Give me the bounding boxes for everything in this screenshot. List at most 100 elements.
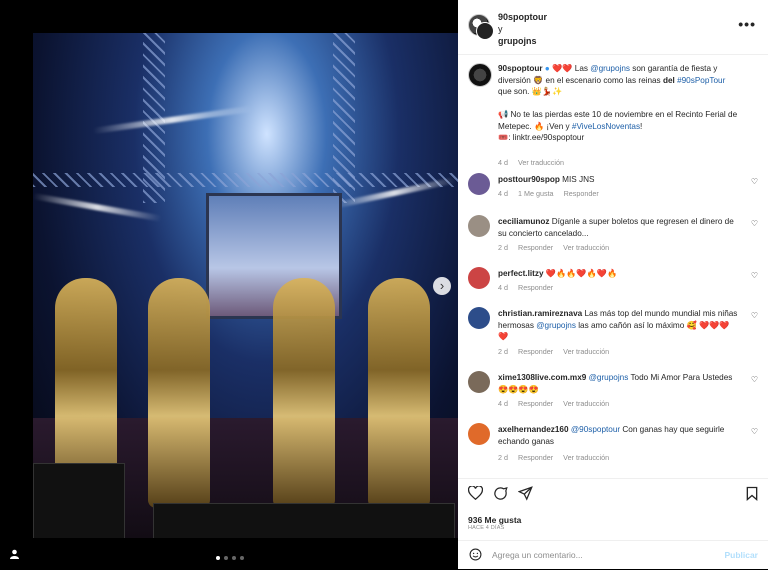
- commenter-avatar[interactable]: [468, 267, 490, 289]
- share-icon[interactable]: [517, 486, 533, 504]
- comment-time: 4 d: [498, 399, 508, 408]
- comment-body: MIS JNS: [562, 175, 595, 184]
- caption-hashtag2[interactable]: #ViveLosNoventas: [572, 122, 640, 131]
- post-media: ›: [0, 0, 458, 569]
- comment-mention[interactable]: @grupojns: [589, 373, 629, 382]
- light-beam: [92, 105, 252, 134]
- comment-time: 4 d: [498, 283, 508, 292]
- author-names: 90spoptour y grupojns: [498, 11, 547, 47]
- translate-link[interactable]: Ver traducción: [563, 453, 609, 462]
- chevron-right-icon[interactable]: ›: [433, 277, 451, 295]
- translate-link[interactable]: Ver traducción: [563, 399, 609, 408]
- translate-link[interactable]: Ver traducción: [518, 158, 564, 167]
- heart-icon[interactable]: ♡: [751, 271, 758, 280]
- translate-link[interactable]: Ver traducción: [563, 347, 609, 356]
- post-actions: 936 Me gusta HACE 4 DÍAS: [458, 478, 768, 539]
- comment-username[interactable]: posttour90spop: [498, 175, 560, 184]
- person-icon[interactable]: [10, 549, 20, 559]
- heart-icon[interactable]: ♡: [751, 375, 758, 384]
- heart-icon[interactable]: [467, 485, 484, 503]
- verified-icon: ●: [544, 64, 550, 73]
- stage-monitor: [153, 503, 455, 538]
- comment-icon[interactable]: [493, 486, 508, 504]
- post-date: HACE 4 DÍAS: [468, 525, 505, 531]
- coauthor-username[interactable]: grupojns: [498, 35, 547, 47]
- post-side-panel: 90spoptour y grupojns ••• 90spoptour ● ❤…: [458, 0, 768, 569]
- commenter-avatar[interactable]: [468, 371, 490, 393]
- comment-mention[interactable]: @90spoptour: [571, 425, 620, 434]
- translate-link[interactable]: Ver traducción: [563, 243, 609, 252]
- reply-button[interactable]: Responder: [518, 453, 553, 462]
- reply-button[interactable]: Responder: [564, 189, 599, 198]
- comment-input[interactable]: Agrega un comentario...: [492, 550, 583, 560]
- caption-username[interactable]: 90spoptour: [498, 64, 543, 73]
- comment-meta: 2 d Responder Ver traducción: [498, 453, 617, 462]
- comment-text: axelhernandez160 @90spoptour Con ganas h…: [498, 424, 738, 447]
- singer-figure: [273, 278, 335, 508]
- comment-meta: 4 d Responder Ver traducción: [498, 399, 617, 408]
- commenter-avatar[interactable]: [468, 307, 490, 329]
- publish-button[interactable]: Publicar: [724, 550, 758, 560]
- caption-time: 4 d: [498, 158, 508, 167]
- comment-meta: 2 d Responder Ver traducción: [498, 347, 617, 356]
- comment-username[interactable]: axelhernandez160: [498, 425, 569, 434]
- caption-link[interactable]: 🎟️: linktr.ee/90spoptour: [498, 133, 584, 142]
- comment-username[interactable]: ceciliamunoz: [498, 217, 549, 226]
- bookmark-icon[interactable]: [746, 486, 758, 504]
- coauthor-avatar[interactable]: [476, 22, 494, 40]
- caption-mention[interactable]: @grupojns: [590, 64, 630, 73]
- reply-button[interactable]: Responder: [518, 283, 553, 292]
- likes-count[interactable]: 936 Me gusta: [468, 515, 521, 525]
- coauthor-separator: y: [498, 24, 503, 34]
- caption-text-a: ❤️❤️ Las: [552, 64, 588, 73]
- comment-text: christian.ramireznava Las más top del mu…: [498, 308, 738, 343]
- comment-text: perfect.litzy ❤️🔥🔥❤️🔥❤️🔥: [498, 268, 738, 280]
- comment-body: ❤️🔥🔥❤️🔥❤️🔥: [545, 269, 618, 278]
- stage-speaker: [33, 463, 125, 538]
- author-avatar[interactable]: [468, 63, 492, 87]
- reply-button[interactable]: Responder: [518, 243, 553, 252]
- comment-username[interactable]: christian.ramireznava: [498, 309, 582, 318]
- singer-figure: [368, 278, 430, 508]
- comment-text: posttour90spop MIS JNS: [498, 174, 738, 186]
- comment-time: 2 d: [498, 243, 508, 252]
- heart-icon[interactable]: ♡: [751, 177, 758, 186]
- caption-line2-end: !: [640, 121, 643, 131]
- reply-button[interactable]: Responder: [518, 347, 553, 356]
- commenter-avatar[interactable]: [468, 215, 490, 237]
- comment-username[interactable]: perfect.litzy: [498, 269, 544, 278]
- caption-hashtag[interactable]: #90sPopTour: [677, 76, 725, 85]
- carousel-dot: [232, 556, 236, 560]
- carousel-dot: [216, 556, 220, 560]
- emoji-icon[interactable]: [469, 548, 482, 564]
- heart-icon[interactable]: ♡: [751, 219, 758, 228]
- comment-meta: 2 d Responder Ver traducción: [498, 243, 617, 252]
- comment-username[interactable]: xime1308live.com.mx9: [498, 373, 586, 382]
- post-header: 90spoptour y grupojns •••: [458, 0, 768, 55]
- author-username[interactable]: 90spoptour: [498, 11, 547, 23]
- carousel-dots: [216, 556, 244, 560]
- reply-button[interactable]: Responder: [518, 399, 553, 408]
- commenter-avatar[interactable]: [468, 173, 490, 195]
- heart-icon[interactable]: ♡: [751, 311, 758, 320]
- comment-time: 4 d: [498, 189, 508, 198]
- caption-text-d: que son. 👑💃🏼✨: [498, 87, 563, 96]
- comment-text: xime1308live.com.mx9 @grupojns Todo Mi A…: [498, 372, 738, 395]
- caption-meta: 4 d Ver traducción: [498, 158, 572, 167]
- comment-meta: 4 d 1 Me gusta Responder: [498, 189, 607, 198]
- commenter-avatar[interactable]: [468, 423, 490, 445]
- concert-photo[interactable]: [33, 33, 458, 538]
- comment-text: ceciliamunoz Díganle a super boletos que…: [498, 216, 738, 239]
- heart-icon[interactable]: ♡: [751, 427, 758, 436]
- comment-meta: 4 d Responder: [498, 283, 561, 292]
- more-horizontal-icon[interactable]: •••: [738, 16, 756, 32]
- add-comment-bar: Agrega un comentario... Publicar: [458, 540, 768, 570]
- comment-likes[interactable]: 1 Me gusta: [518, 189, 554, 198]
- comment-mention[interactable]: @grupojns: [536, 321, 576, 330]
- carousel-dot: [240, 556, 244, 560]
- comment-time: 2 d: [498, 453, 508, 462]
- caption-text-c: del: [662, 75, 675, 85]
- carousel-dot: [224, 556, 228, 560]
- comments-list: 90spoptour ● ❤️❤️ Las @grupojns son gara…: [458, 55, 768, 475]
- caption-text: 90spoptour ● ❤️❤️ Las @grupojns son gara…: [498, 63, 738, 144]
